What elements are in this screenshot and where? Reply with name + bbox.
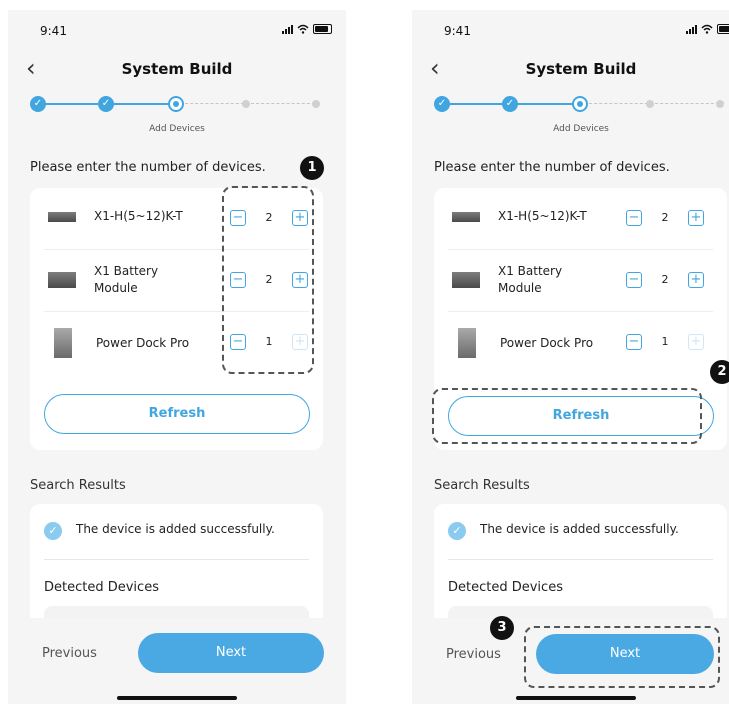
power-dock-image	[458, 328, 476, 358]
results-divider	[44, 559, 309, 560]
status-time: 9:41	[444, 24, 471, 38]
previous-button[interactable]: Previous	[446, 647, 501, 662]
detected-devices-title: Detected Devices	[44, 580, 159, 595]
step-4-todo-icon	[646, 100, 654, 108]
page-title: System Build	[525, 60, 637, 78]
step-4-todo-icon	[242, 100, 250, 108]
footer-bar: Previous Next	[8, 618, 346, 704]
step-5-todo-icon	[716, 100, 724, 108]
callout-quantity-controls	[222, 186, 314, 374]
right-phone-screen: 9:41 ‹ System Build ✓ ✓ Add Devices Plea…	[412, 10, 729, 704]
left-phone-screen: 9:41 ‹ System Build ✓ ✓ Add Devices Plea…	[8, 10, 346, 704]
status-icons	[282, 24, 332, 34]
stepper-line-todo	[180, 103, 320, 104]
callout-refresh-button	[432, 388, 702, 444]
device-name: X1 Battery Module	[94, 264, 159, 295]
detected-devices-title: Detected Devices	[448, 580, 563, 595]
increase-button[interactable]: +	[688, 210, 704, 226]
success-message: The device is added successfully.	[76, 522, 275, 536]
progress-stepper: ✓ ✓	[30, 96, 320, 112]
instruction-text: Please enter the number of devices.	[30, 160, 266, 175]
wifi-icon	[297, 24, 309, 34]
battery-icon	[313, 24, 332, 34]
device-row: Power Dock Pro − 1 +	[434, 312, 727, 374]
increase-button-disabled[interactable]: +	[688, 334, 704, 350]
signal-icon	[686, 24, 697, 34]
decrease-button[interactable]: −	[626, 272, 642, 288]
home-indicator	[117, 696, 237, 700]
battery-module-image	[452, 272, 480, 288]
device-name: Power Dock Pro	[500, 336, 594, 350]
callout-badge: 3	[490, 616, 514, 640]
decrease-button[interactable]: −	[626, 334, 642, 350]
signal-icon	[282, 24, 293, 34]
results-divider	[448, 559, 713, 560]
battery-icon	[717, 24, 729, 34]
step-2-done-icon: ✓	[98, 96, 114, 112]
home-indicator	[516, 696, 636, 700]
step-1-done-icon: ✓	[30, 96, 46, 112]
step-label: Add Devices	[149, 124, 205, 134]
refresh-button[interactable]: Refresh	[44, 394, 310, 434]
status-icons	[686, 24, 729, 34]
progress-stepper: ✓ ✓	[434, 96, 724, 112]
step-3-current-icon	[168, 96, 184, 112]
inverter-image	[452, 212, 480, 222]
step-5-todo-icon	[312, 100, 320, 108]
device-row: X1-H(5~12)K-T − 2 +	[434, 188, 727, 250]
callout-badge: 1	[300, 156, 324, 180]
check-circle-icon: ✓	[448, 522, 466, 540]
step-1-done-icon: ✓	[434, 96, 450, 112]
next-button[interactable]: Next	[138, 633, 324, 673]
inverter-image	[48, 212, 76, 222]
quantity-value: 2	[661, 273, 669, 286]
battery-module-image	[48, 272, 76, 288]
search-results-title: Search Results	[434, 478, 530, 493]
status-time: 9:41	[40, 24, 67, 38]
previous-button[interactable]: Previous	[42, 646, 97, 661]
device-name: X1-H(5~12)K-T	[94, 209, 183, 223]
check-circle-icon: ✓	[44, 522, 62, 540]
page-title: System Build	[121, 60, 233, 78]
step-2-done-icon: ✓	[502, 96, 518, 112]
increase-button[interactable]: +	[688, 272, 704, 288]
wifi-icon	[701, 24, 713, 34]
step-3-current-icon	[572, 96, 588, 112]
search-results-card: ✓ The device is added successfully. Dete…	[434, 504, 727, 634]
callout-next-button	[524, 626, 720, 688]
stepper-line-todo	[584, 103, 724, 104]
device-name: X1 Battery Module	[498, 264, 563, 295]
decrease-button[interactable]: −	[626, 210, 642, 226]
instruction-text: Please enter the number of devices.	[434, 160, 670, 175]
search-results-title: Search Results	[30, 478, 126, 493]
callout-badge: 2	[710, 360, 729, 384]
device-name: Power Dock Pro	[96, 336, 190, 350]
success-message: The device is added successfully.	[480, 522, 679, 536]
search-results-card: ✓ The device is added successfully. Dete…	[30, 504, 323, 634]
quantity-value: 2	[661, 211, 669, 224]
step-label: Add Devices	[553, 124, 609, 134]
device-row: X1 Battery Module − 2 +	[434, 250, 727, 312]
quantity-value: 1	[661, 335, 669, 348]
device-name: X1-H(5~12)K-T	[498, 209, 587, 223]
power-dock-image	[54, 328, 72, 358]
